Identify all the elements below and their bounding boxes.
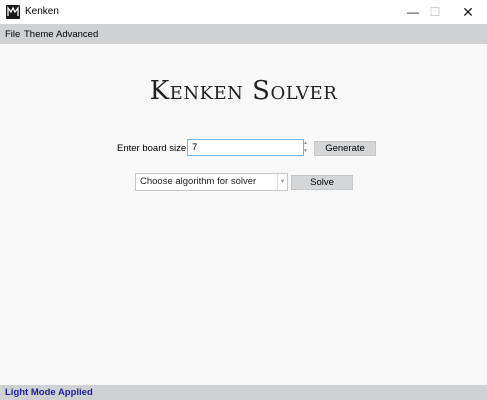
solve-button[interactable]: Solve	[291, 175, 353, 190]
menu-file[interactable]: File	[5, 29, 20, 40]
algorithm-select[interactable]: Choose algorithm for solver ▼	[135, 173, 288, 191]
status-text: Light Mode Applied	[5, 387, 93, 398]
maximize-icon[interactable]: ☐	[420, 0, 450, 24]
menu-bar: File Theme Advanced	[0, 24, 487, 44]
page-title: Kenken Solver	[149, 76, 338, 106]
board-size-spinner[interactable]: ▲ ▼	[301, 140, 310, 155]
window-title: Kenken	[25, 6, 59, 17]
title-bar: Kenken — ☐ ✕	[0, 0, 487, 24]
spinner-down-icon[interactable]: ▼	[303, 148, 308, 155]
status-bar: Light Mode Applied	[0, 385, 487, 400]
app-logo-icon	[6, 5, 20, 19]
chevron-down-icon[interactable]: ▼	[277, 174, 287, 190]
board-size-label: Enter board size	[117, 143, 187, 154]
spinner-up-icon[interactable]: ▲	[303, 140, 308, 147]
menu-theme[interactable]: Theme	[24, 29, 54, 40]
board-size-input[interactable]	[187, 139, 304, 156]
algorithm-select-value: Choose algorithm for solver	[140, 176, 257, 187]
generate-button[interactable]: Generate	[314, 141, 376, 156]
close-icon[interactable]: ✕	[453, 0, 483, 24]
menu-advanced[interactable]: Advanced	[56, 29, 98, 40]
